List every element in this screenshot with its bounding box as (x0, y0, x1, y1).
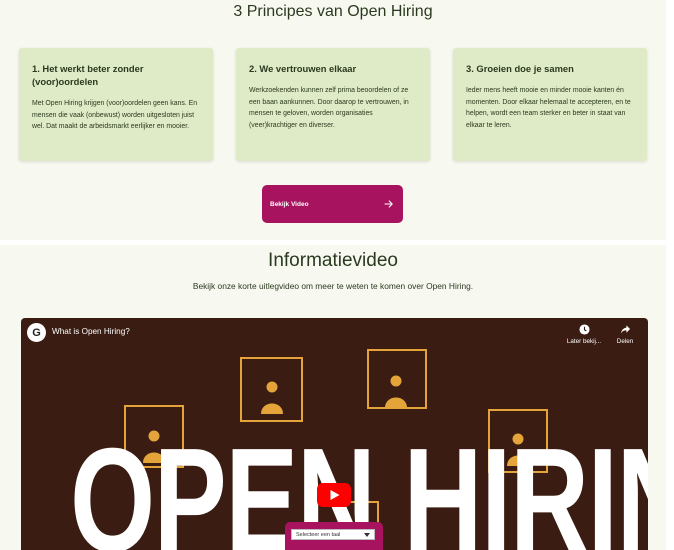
watch-video-button[interactable]: Bekijk Video (262, 185, 403, 223)
channel-logo-letter: G (32, 326, 41, 339)
person-figure-icon (385, 375, 407, 408)
principle-card-heading: 2. We vertrouwen elkaar (249, 63, 357, 74)
channel-logo[interactable]: G (27, 323, 46, 342)
video-overlay-text: OPEN HIRING (70, 418, 648, 550)
principle-card-text: Werkzoekenden kunnen zelf prima beoordel… (249, 87, 409, 129)
language-select[interactable]: Selecteer een taal (291, 529, 375, 540)
youtube-play-icon[interactable] (317, 483, 351, 507)
principle-card-1: 1. Het werkt beter zonder (voor)oordelen… (19, 48, 213, 161)
principle-card-3: 3. Groeien doe je samen Ieder mens heeft… (453, 48, 647, 161)
language-selector-panel: Selecteer een taal (285, 522, 383, 550)
info-video-subtitle: Bekijk onze korte uitlegvideo om meer te… (192, 281, 474, 291)
arrow-right-icon (384, 200, 393, 208)
principle-card-2: 2. We vertrouwen elkaar Werkzoekenden ku… (236, 48, 430, 161)
share-button[interactable]: Delen (611, 324, 639, 345)
watch-video-label: Bekijk Video (270, 200, 309, 208)
page-edge (666, 0, 674, 550)
principles-title: 3 Principes van Open Hiring (233, 3, 433, 20)
principle-card-heading: 1. Het werkt beter zonder (voor)oordelen (32, 63, 144, 87)
principle-card-heading: 3. Groeien doe je samen (466, 63, 574, 74)
language-select-placeholder: Selecteer een taal (296, 531, 341, 538)
chevron-down-icon (364, 532, 370, 537)
watch-later-label: Later bekij... (566, 338, 602, 345)
share-icon (620, 325, 630, 334)
share-label: Delen (616, 338, 634, 345)
principle-card-text: Ieder mens heeft mooie en minder mooie k… (466, 87, 631, 129)
person-figure-icon (261, 381, 283, 414)
principle-card-text: Met Open Hiring krijgen (voor)oordelen g… (32, 100, 198, 131)
video-player[interactable]: G What is Open Hiring? Later bekij... De… (21, 318, 648, 550)
info-video-title: Informatievideo (268, 250, 398, 271)
video-title[interactable]: What is Open Hiring? (52, 327, 130, 336)
clock-icon (578, 324, 590, 335)
watch-later-button[interactable]: Later bekij... (561, 324, 607, 345)
